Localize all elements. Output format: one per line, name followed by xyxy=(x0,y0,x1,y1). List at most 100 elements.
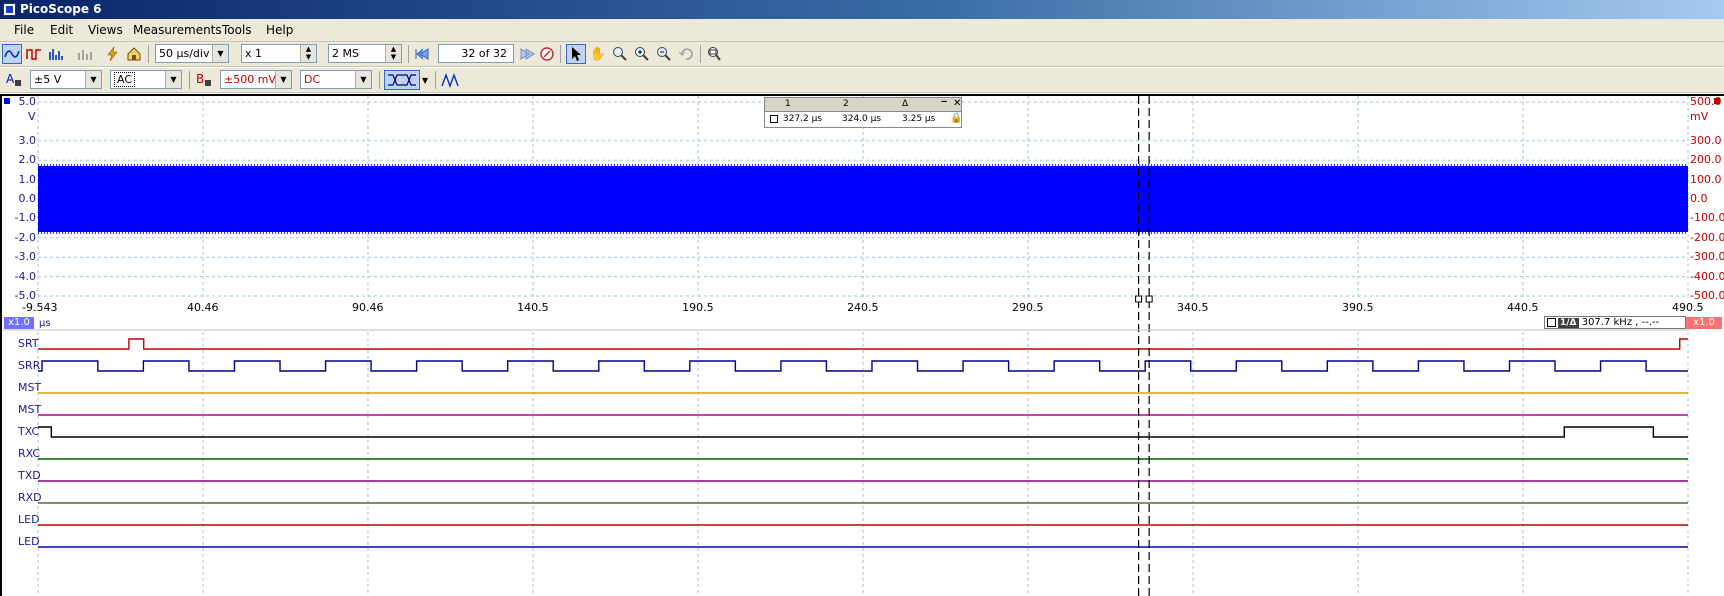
y-tick-label: -3.0 xyxy=(14,250,36,264)
channel-b-coupling-select[interactable]: DC ▼ xyxy=(300,70,372,89)
x-tick-label: 290.5 xyxy=(1012,301,1044,314)
channel-a-marker-icon[interactable] xyxy=(4,98,10,104)
scope-view[interactable]: 5.0 3.0 2.0 1.0 0.0 -1.0 -2.0 -3.0 -4.0 -5.0 V 500… xyxy=(0,94,1724,596)
x-tick-label: 40.46 xyxy=(186,301,219,314)
buffer-navigator[interactable]: 32 of 32 xyxy=(438,44,514,63)
channel-a-label[interactable]: A xyxy=(6,72,14,86)
menu-tools[interactable]: Tools xyxy=(222,23,252,37)
zoom-spinner[interactable]: x 1 ▲ ▼ xyxy=(241,44,317,63)
serial-decoding-icon[interactable] xyxy=(384,70,420,90)
chevron-down-icon: ▼ xyxy=(212,45,228,62)
timebase-select[interactable]: 50 µs/div ▼ xyxy=(155,44,229,63)
zoom-window-icon[interactable] xyxy=(610,44,630,64)
zoom-out-icon[interactable] xyxy=(654,44,674,64)
channel-a-options-icon[interactable] xyxy=(15,80,21,86)
digital-channel-label[interactable]: MST xyxy=(18,403,41,416)
spin-arrows-icon: ▲ ▼ xyxy=(300,45,316,62)
menu-help[interactable]: Help xyxy=(266,23,293,37)
delta-value: 3.25 µs xyxy=(902,114,936,124)
samples-spinner[interactable]: 2 MS ▲ ▼ xyxy=(328,44,402,63)
scope-mode-icon[interactable] xyxy=(2,44,22,64)
math-channels-icon[interactable] xyxy=(440,70,460,90)
ruler-checkbox-icon[interactable] xyxy=(770,115,778,123)
digital-channel-label[interactable]: SRR xyxy=(18,359,40,372)
zoom-overview-icon[interactable] xyxy=(704,44,724,64)
x-tick-label: 390.5 xyxy=(1342,301,1374,314)
measurement-table-header xyxy=(765,98,961,112)
close-icon[interactable]: ✕ xyxy=(953,98,961,109)
x-tick-label: 440.5 xyxy=(1507,301,1539,314)
y-tick-label: 3.0 xyxy=(18,133,37,147)
y2-tick-label: 0.0 xyxy=(1690,192,1708,205)
channel-options-icon[interactable] xyxy=(75,44,95,64)
x-tick-label: 340.5 xyxy=(1177,301,1209,314)
lock-icon[interactable]: 🔒 xyxy=(950,113,962,124)
persistence-mode-icon[interactable] xyxy=(24,44,44,64)
channel-toolbar: A ±5 V ▼ AC ▼ B ±500 mV ▼ DC ▼ ▼ xyxy=(0,68,1724,93)
digital-channel-label[interactable]: TXD xyxy=(18,469,41,482)
channel-b-range-select[interactable]: ±500 mV ▼ xyxy=(220,70,292,89)
serial-decoding-dropdown-icon[interactable]: ▼ xyxy=(422,76,428,85)
buffer-navigator-icon[interactable] xyxy=(537,44,557,64)
y-tick-label: -4.0 xyxy=(14,269,36,283)
frequency-readout: 1/Δ 307.7 kHz , --.-- xyxy=(1544,316,1686,329)
channel-a-range-select[interactable]: ±5 V ▼ xyxy=(30,70,102,89)
x-tick-label: -9.543 xyxy=(22,301,58,314)
menu-edit[interactable]: Edit xyxy=(50,23,73,37)
scope-graph[interactable] xyxy=(0,94,1724,596)
x-tick-label: 190.5 xyxy=(682,301,714,314)
delta-header: Δ xyxy=(902,99,909,109)
y2-tick-label: -300.0 xyxy=(1690,250,1724,264)
first-buffer-icon[interactable] xyxy=(412,44,432,64)
chevron-down-icon: ▼ xyxy=(355,71,371,88)
y2-tick-label: 500.0 xyxy=(1690,95,1722,108)
ruler-handle-2[interactable] xyxy=(1145,295,1153,303)
right-zoom-badge[interactable]: x1.0 xyxy=(1686,317,1722,329)
x-tick-label: 140.5 xyxy=(517,301,549,314)
y2-tick-label: 300.0 xyxy=(1690,133,1722,147)
channel-a-waveform xyxy=(38,166,1688,232)
home-icon[interactable] xyxy=(124,44,144,64)
zoom-in-icon[interactable] xyxy=(632,44,652,64)
x-tick-label: 240.5 xyxy=(847,301,879,314)
hand-tool-icon[interactable]: ✋ xyxy=(588,44,608,64)
digital-channel-label[interactable]: LED xyxy=(18,513,40,526)
y2-axis-unit: mV xyxy=(1690,110,1709,123)
menu-file[interactable]: File xyxy=(14,23,34,37)
auto-setup-icon[interactable] xyxy=(102,44,122,64)
menu-measurements[interactable]: Measurements xyxy=(133,23,222,37)
digital-channel-label[interactable]: MST xyxy=(18,381,41,394)
ruler-measurement-table[interactable]: 1 2 Δ ‒ ✕ 327.2 µs 324.0 µs 3.25 µs 🔒 xyxy=(764,97,962,128)
minimize-icon[interactable]: ‒ xyxy=(941,97,947,107)
ruler-2-value: 324.0 µs xyxy=(842,114,882,124)
picoscope-app-icon xyxy=(3,3,16,16)
ruler-handle-1[interactable] xyxy=(1135,295,1143,303)
y-tick-label: 5.0 xyxy=(18,95,37,108)
digital-channel-label[interactable]: SRT xyxy=(18,337,39,350)
channel-b-label[interactable]: B xyxy=(196,72,204,86)
main-toolbar: 50 µs/div ▼ x 1 ▲ ▼ 2 MS ▲ ▼ 32 of 32 ✋ xyxy=(0,42,1724,67)
pointer-tool-icon[interactable] xyxy=(566,44,586,64)
next-buffer-icon[interactable] xyxy=(517,44,537,64)
channel-b-options-icon[interactable] xyxy=(205,80,211,86)
y2-tick-label: -200.0 xyxy=(1690,230,1724,244)
digital-channel-label[interactable]: RXD xyxy=(18,491,42,504)
frequency-label: 1/Δ xyxy=(1558,318,1579,328)
spectrum-mode-icon[interactable] xyxy=(46,44,66,64)
y-tick-label: 2.0 xyxy=(18,153,37,167)
frequency-checkbox-icon[interactable] xyxy=(1547,318,1556,327)
y2-tick-label: -100.0 xyxy=(1690,211,1724,225)
ruler-1-header: 1 xyxy=(785,99,791,109)
undo-zoom-icon[interactable] xyxy=(676,44,696,64)
left-zoom-badge[interactable]: x1.0 xyxy=(4,317,34,329)
x-tick-label: 490.5 xyxy=(1672,301,1704,314)
digital-channel-label[interactable]: TXC xyxy=(18,425,39,438)
channel-a-coupling-select[interactable]: AC ▼ xyxy=(110,70,182,89)
chevron-down-icon: ▼ xyxy=(165,71,181,88)
digital-channel-label[interactable]: RXC xyxy=(18,447,40,460)
y2-tick-label: -400.0 xyxy=(1690,269,1724,283)
buffer-current[interactable]: 32 xyxy=(461,47,475,60)
menu-views[interactable]: Views xyxy=(88,23,123,37)
chevron-down-icon: ▼ xyxy=(275,71,291,88)
digital-channel-label[interactable]: LED xyxy=(18,535,40,548)
